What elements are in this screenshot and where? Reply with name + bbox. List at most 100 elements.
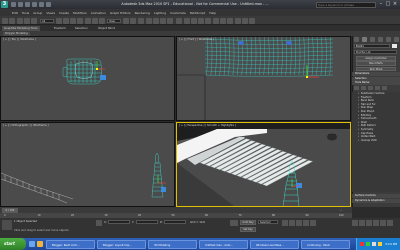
project-icon[interactable]: [46, 2, 51, 7]
tray-icon[interactable]: [366, 242, 370, 246]
material-editor-icon[interactable]: [227, 17, 233, 24]
modifier-button[interactable]: Assign Controller: [356, 56, 396, 61]
set-key-mode-icon[interactable]: [230, 220, 238, 226]
keyboard-shortcut-icon[interactable]: [138, 17, 144, 24]
orbit-icon[interactable]: [380, 220, 386, 226]
snaps-toggle-icon[interactable]: [146, 17, 152, 24]
modifier-button[interactable]: Bend Parts: [356, 61, 396, 66]
menu-item-lighting[interactable]: Lighting: [154, 11, 166, 15]
select-object-icon[interactable]: [56, 17, 62, 24]
goto-start-icon[interactable]: [282, 220, 288, 226]
render-setup-icon[interactable]: [235, 17, 241, 24]
set-key-button[interactable]: Set Key: [240, 227, 256, 232]
taskbar-task[interactable]: Untitled.max - Auto...: [199, 239, 248, 249]
menu-item-maxscript[interactable]: MAXScript: [190, 11, 205, 15]
make-unique-icon[interactable]: [368, 86, 373, 90]
maxscript-listener-icon[interactable]: [2, 220, 12, 230]
remove-modifier-icon[interactable]: [375, 86, 380, 90]
modifier-button[interactable]: Skin Wrap: [356, 66, 396, 72]
hierarchy-tab-icon[interactable]: [369, 36, 375, 42]
schematic-view-icon[interactable]: [220, 17, 226, 24]
taskbar-task[interactable]: 3D Modeling: [148, 239, 197, 249]
motion-tab-icon[interactable]: [377, 36, 383, 42]
viewport-left[interactable]: [ + ] [ Orthographic ] [ Wireframe ]: [0, 122, 175, 207]
zoom-icon[interactable]: [352, 220, 358, 226]
reference-coordinate-dropdown[interactable]: View: [107, 18, 121, 23]
menu-item-group[interactable]: Group: [33, 11, 42, 15]
modify-tab-icon[interactable]: [361, 36, 367, 42]
taskbar-task[interactable]: Windows Live Mess...: [250, 239, 299, 249]
percent-snap-icon[interactable]: [160, 17, 166, 24]
menu-item-tools[interactable]: Tools: [22, 11, 29, 15]
ribbon-tab-selection[interactable]: Selection: [73, 26, 90, 31]
ribbon-tab-freeform[interactable]: Freeform: [52, 26, 68, 31]
z-coordinate-field[interactable]: [164, 220, 186, 224]
menu-item-views[interactable]: Views: [46, 11, 55, 15]
mirror-icon[interactable]: [184, 17, 190, 24]
menu-item-help[interactable]: Help: [209, 11, 216, 15]
taskbar-task[interactable]: Blogger: Layout Imp...: [97, 239, 146, 249]
window-crossing-icon[interactable]: [77, 17, 83, 24]
curve-editor-icon[interactable]: [213, 17, 219, 24]
next-frame-icon[interactable]: [303, 220, 309, 226]
open-icon[interactable]: [18, 2, 23, 7]
graphite-toggle-icon[interactable]: [205, 17, 211, 24]
angle-snap-icon[interactable]: [153, 17, 159, 24]
configure-sets-icon[interactable]: [382, 86, 387, 90]
utilities-tab-icon[interactable]: [393, 36, 399, 42]
layer-manager-icon[interactable]: [198, 17, 204, 24]
viewport-front[interactable]: [ + ] [ Front ] [ Wireframe ]: [176, 36, 351, 121]
time-slider-handle[interactable]: 0 / 100: [2, 207, 18, 213]
render-production-icon[interactable]: [249, 17, 255, 24]
menu-item-graph-editors[interactable]: Graph Editors: [110, 11, 131, 15]
rollout-header[interactable]: Surface Controls: [352, 194, 400, 198]
zoom-extents-icon[interactable]: [366, 220, 372, 226]
tray-icon[interactable]: [378, 242, 382, 246]
y-coordinate-field[interactable]: [136, 220, 158, 224]
time-slider-next-icon[interactable]: ›: [338, 208, 344, 213]
selected-dropdown[interactable]: Selected: [258, 220, 278, 225]
selection-filter-dropdown[interactable]: All: [40, 18, 54, 23]
rollout-header[interactable]: Selection: [352, 76, 400, 81]
menu-item-customize[interactable]: Customize: [170, 11, 186, 15]
create-tab-icon[interactable]: [353, 36, 359, 42]
link-icon[interactable]: [17, 17, 23, 24]
scale-icon[interactable]: [99, 17, 105, 24]
menu-item-modifiers[interactable]: Modifiers: [73, 11, 87, 15]
tray-icon[interactable]: [372, 242, 376, 246]
maximize-viewport-icon[interactable]: [387, 220, 393, 226]
undo-icon[interactable]: [32, 2, 37, 7]
named-selection-icon[interactable]: [176, 17, 182, 24]
redo-icon[interactable]: [39, 2, 44, 7]
bind-spacewarp-icon[interactable]: [31, 17, 37, 24]
ribbon-tab-object-paint[interactable]: Object Paint: [96, 26, 117, 31]
maximize-icon[interactable]: □: [385, 1, 391, 8]
menu-item-rendering[interactable]: Rendering: [135, 11, 150, 15]
viewport-label-top[interactable]: [ + ] [ Top ] [ Wireframe ]: [3, 38, 36, 41]
show-end-result-icon[interactable]: [361, 86, 366, 90]
object-name-field[interactable]: Box01: [354, 44, 390, 48]
goto-end-icon[interactable]: [310, 220, 316, 226]
menu-item-edit[interactable]: Edit: [12, 11, 18, 15]
auto-key-button[interactable]: Auto Key: [240, 220, 256, 225]
menu-item-create[interactable]: Create: [59, 11, 69, 15]
move-icon[interactable]: [85, 17, 91, 24]
select-by-name-icon[interactable]: [63, 17, 69, 24]
undo-icon[interactable]: [2, 17, 8, 24]
ribbon-sub-label[interactable]: Polygon Modeling: [3, 31, 30, 36]
list-item[interactable]: • Unwrap UVW: [352, 139, 400, 143]
unlink-icon[interactable]: [24, 17, 30, 24]
rectangular-selection-icon[interactable]: [70, 17, 76, 24]
rollout-header[interactable]: Dynamics & Adaptation: [352, 198, 400, 203]
tray-icon[interactable]: [360, 242, 364, 246]
display-tab-icon[interactable]: [385, 36, 391, 42]
menu-item-animation[interactable]: Animation: [91, 11, 106, 15]
modifier-list-dropdown[interactable]: Modifier List: [354, 50, 397, 54]
quick-launch-icon[interactable]: [37, 241, 43, 247]
x-coordinate-field[interactable]: [108, 220, 130, 224]
minimize-icon[interactable]: –: [378, 1, 384, 8]
select-and-manipulate-icon[interactable]: [130, 17, 136, 24]
object-color-swatch[interactable]: [392, 44, 397, 48]
rollout-header[interactable]: Parameters: [352, 72, 400, 76]
taskbar-task[interactable]: continuing - Paint: [301, 239, 350, 249]
